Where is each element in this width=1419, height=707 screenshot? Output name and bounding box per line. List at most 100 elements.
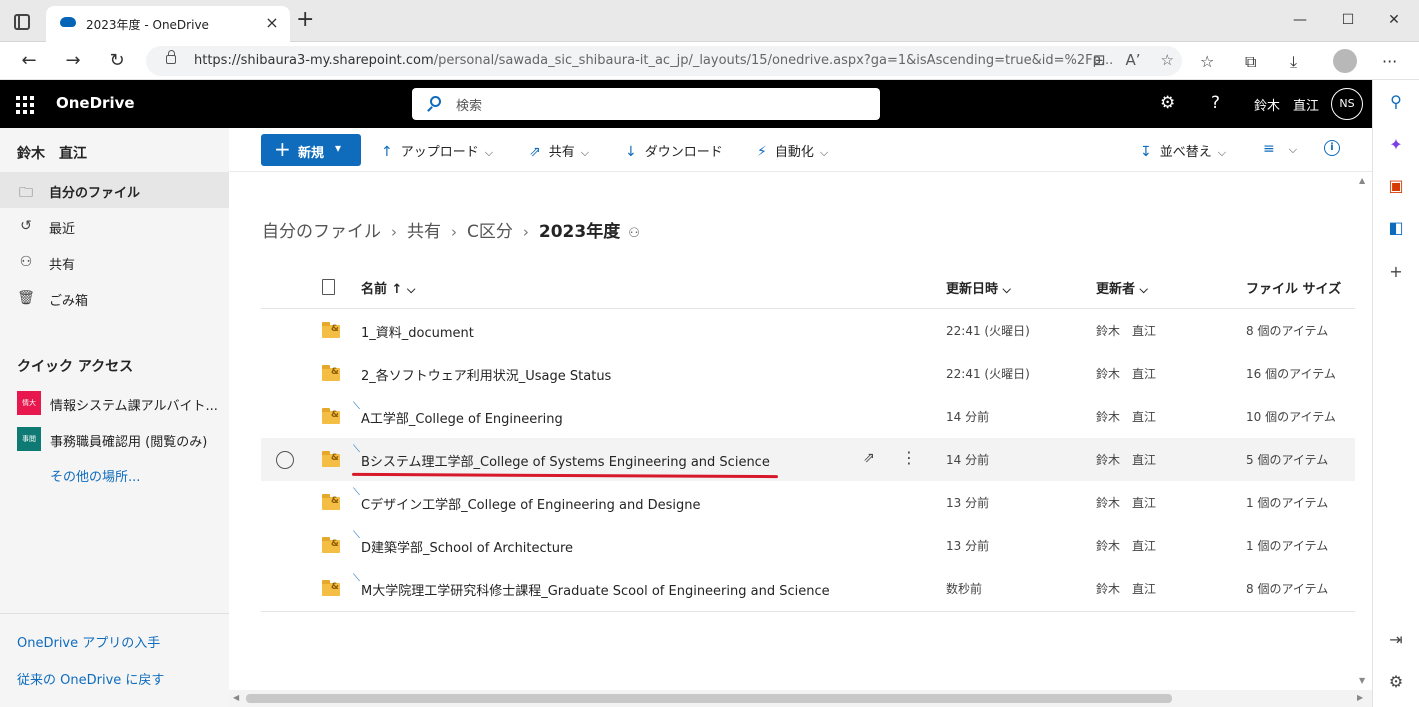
chevron-down-icon: ⌵ [1002,283,1011,296]
read-aloud-icon[interactable]: Aʼ [1126,51,1141,69]
search-input[interactable]: 検索 [412,88,880,120]
modified-cell: 13 分前 [946,539,990,553]
modified-by-cell[interactable]: 鈴木 直江 [1096,494,1156,511]
back-icon[interactable]: ← [18,50,40,72]
table-row[interactable]: ⟍ D建築学部_School of Architecture 13 分前 鈴木 … [261,524,1355,567]
shared-folder-icon [322,322,340,338]
get-app-link[interactable]: OneDrive アプリの入手 [17,632,160,651]
sort-button[interactable]: ↧ 並べ替え ⌵ [1140,141,1226,160]
shared-people-icon[interactable]: ⚇ [628,226,640,241]
forward-icon[interactable]: → [62,50,84,72]
new-item-icon: ⟍ [353,487,360,498]
breadcrumb-item[interactable]: 共有 [407,222,441,242]
minimize-icon[interactable]: — [1290,12,1310,28]
refresh-icon[interactable]: ↻ [106,50,128,72]
modified-by-cell[interactable]: 鈴木 直江 [1096,451,1156,468]
file-name[interactable]: Cデザイン工学部_College of Engineering and Desi… [361,494,700,513]
file-name[interactable]: 2_各ソフトウェア利用状況_Usage Status [361,365,611,384]
table-row[interactable]: ⟍ M大学院理工学研究科修士課程_Graduate Scool of Engin… [261,567,1355,610]
scroll-left-icon[interactable]: ◀ [233,693,239,702]
upload-button[interactable]: ↑ アップロード ⌵ [381,141,493,160]
column-header-size[interactable]: ファイル サイズ [1246,278,1341,297]
scroll-down-icon[interactable]: ▼ [1359,676,1365,685]
bing-search-icon[interactable]: ⚲ [1386,92,1406,112]
file-name[interactable]: M大学院理工学研究科修士課程_Graduate Scool of Enginee… [361,580,830,599]
sidebar-item-recycle-bin[interactable]: 🗑 ごみ箱 [0,280,229,316]
scroll-right-icon[interactable]: ▶ [1357,693,1363,702]
shared-folder-icon [322,408,340,424]
breadcrumb-item[interactable]: C区分 [467,222,513,242]
apps-icon[interactable]: ⊞ [1093,51,1106,69]
url-text[interactable]: https://shibaura3-my.sharepoint.com/pers… [194,53,1113,68]
sidebar-item-shared[interactable]: ⚇ 共有 [0,244,229,280]
add-icon[interactable]: + [1386,262,1406,282]
breadcrumb-item[interactable]: 自分のファイル [262,222,381,242]
sidebar-toggle-icon[interactable]: ⇥ [1386,630,1406,650]
browser-toolbar: ← → ↻ https://shibaura3-my.sharepoint.co… [0,42,1419,80]
sidebar-item-my-files[interactable]: 🗀 自分のファイル [0,172,229,208]
column-header-modified-by[interactable]: 更新者 ⌵ [1096,278,1148,297]
column-header-modified[interactable]: 更新日時 ⌵ [946,278,1011,297]
header-user-name[interactable]: 鈴木 直江 [1254,95,1319,114]
share-icon[interactable]: ⇗ [863,450,875,466]
office-icon[interactable]: ▣ [1386,176,1406,196]
favorites-icon[interactable]: ☆ [1200,52,1214,71]
table-row[interactable]: 1_資料_document 22:41 (火曜日) 鈴木 直江 8 個のアイテム [261,309,1355,352]
app-brand[interactable]: OneDrive [56,94,135,112]
settings-gear-icon[interactable]: ⚙ [1160,93,1175,113]
horizontal-scrollbar[interactable]: ◀ ▶ [229,690,1372,707]
new-item-icon: ⟍ [353,573,360,584]
quick-access-item[interactable]: 事閲 事務職員確認用 (閲覧のみ) [17,427,227,451]
vertical-scrollbar[interactable]: ▲ ▼ [1355,172,1371,690]
address-bar[interactable]: https://shibaura3-my.sharepoint.com/pers… [146,46,1182,76]
column-header-name[interactable]: 名前 ↑ ⌵ [361,278,415,297]
modified-by-cell[interactable]: 鈴木 直江 [1096,365,1156,382]
collections-icon[interactable]: ⧉ [1245,52,1256,72]
more-menu-icon[interactable]: ··· [1382,52,1397,71]
share-button[interactable]: ⇗ 共有 ⌵ [529,141,589,160]
modified-by-cell[interactable]: 鈴木 直江 [1096,322,1156,339]
user-avatar[interactable]: NS [1331,88,1363,120]
modified-by-cell[interactable]: 鈴木 直江 [1096,408,1156,425]
classic-onedrive-link[interactable]: 従来の OneDrive に戻す [17,669,164,688]
copilot-icon[interactable]: ✦ [1386,135,1406,155]
new-button[interactable]: + 新規 ▾ [261,134,361,166]
file-type-icon[interactable] [322,279,335,295]
table-row[interactable]: 2_各ソフトウェア利用状況_Usage Status 22:41 (火曜日) 鈴… [261,352,1355,395]
help-icon[interactable]: ? [1211,93,1220,113]
file-name[interactable]: Bシステム理工学部_College of Systems Engineering… [361,451,770,470]
downloads-icon[interactable]: ⤓ [1290,52,1297,72]
more-places-link[interactable]: その他の場所... [50,466,140,485]
maximize-icon[interactable]: ☐ [1338,12,1358,28]
profile-avatar[interactable] [1333,49,1357,73]
people-icon: ⚇ [19,254,33,270]
upload-icon: ↑ [381,144,393,160]
window-close-icon[interactable]: ✕ [1384,12,1404,28]
modified-by-cell[interactable]: 鈴木 直江 [1096,537,1156,554]
new-tab-icon[interactable]: + [296,9,314,31]
file-name[interactable]: A工学部_College of Engineering [361,408,563,427]
info-icon[interactable]: i [1324,140,1340,156]
sidebar-item-recent[interactable]: ↺ 最近 [0,208,229,244]
tab-close-icon[interactable]: × [262,13,282,33]
app-launcher-icon[interactable] [16,96,34,114]
automate-button[interactable]: ⚡ 自動化 ⌵ [757,141,828,160]
browser-tab[interactable]: 2023年度 - OneDrive × [46,6,290,42]
more-actions-icon[interactable]: ⋮ [901,448,917,467]
file-name[interactable]: 1_資料_document [361,322,474,341]
row-select-checkbox[interactable] [276,451,294,469]
table-row[interactable]: ⟍ A工学部_College of Engineering 14 分前 鈴木 直… [261,395,1355,438]
view-options-button[interactable]: ≡ ⌵ [1263,141,1297,157]
file-name[interactable]: D建築学部_School of Architecture [361,537,573,556]
add-favorite-icon[interactable]: ☆ [1161,51,1174,69]
tab-actions-icon[interactable] [14,14,30,30]
table-row[interactable]: ⟍ Cデザイン工学部_College of Engineering and De… [261,481,1355,524]
scrollbar-thumb[interactable] [246,694,1172,703]
download-button[interactable]: ↓ ダウンロード [625,141,723,160]
modified-by-cell[interactable]: 鈴木 直江 [1096,580,1156,597]
settings-gear-icon[interactable]: ⚙ [1386,672,1406,692]
outlook-icon[interactable]: ◧ [1386,218,1406,238]
quick-access-item[interactable]: 情大 情報システム課アルバイト... [17,391,227,415]
lock-icon[interactable] [166,50,176,64]
scroll-up-icon[interactable]: ▲ [1359,176,1365,185]
